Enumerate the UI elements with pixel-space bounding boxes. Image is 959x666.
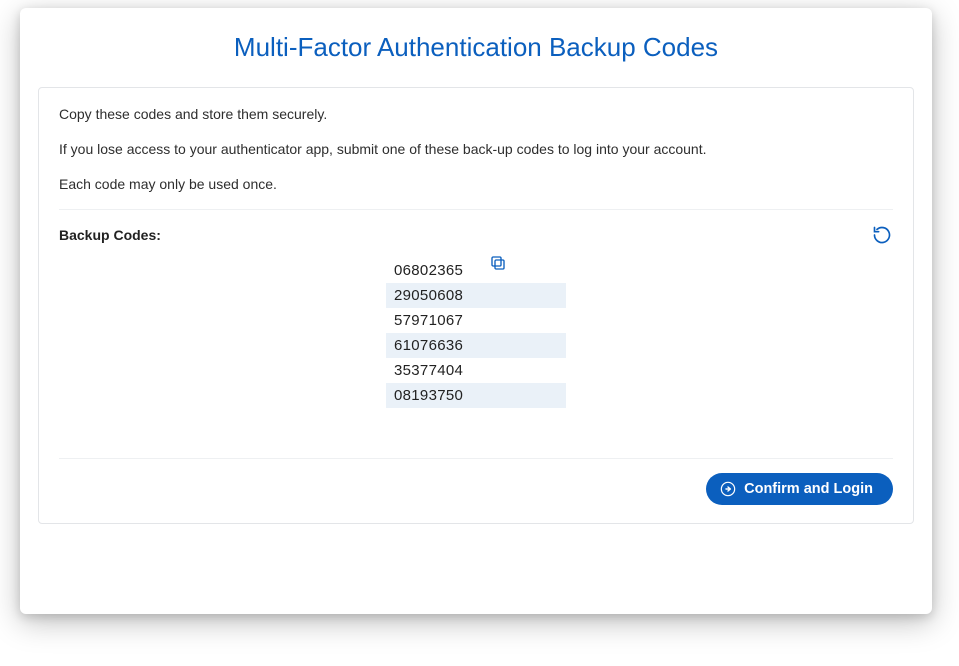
- copy-icon[interactable]: [489, 254, 511, 276]
- backup-codes-list: 06802365 29050608 57971067 61076636 3537…: [386, 258, 566, 408]
- backup-code: 35377404: [386, 358, 566, 383]
- intro-line-2: If you lose access to your authenticator…: [59, 139, 893, 160]
- divider: [59, 209, 893, 210]
- backup-code: 08193750: [386, 383, 566, 408]
- backup-code: 61076636: [386, 333, 566, 358]
- codes-header: Backup Codes:: [59, 224, 893, 246]
- backup-code: 06802365: [386, 258, 566, 283]
- backup-code: 29050608: [386, 283, 566, 308]
- intro-line-1: Copy these codes and store them securely…: [59, 104, 893, 125]
- backup-codes-label: Backup Codes:: [59, 227, 161, 243]
- arrow-right-icon: [720, 481, 736, 497]
- intro-line-3: Each code may only be used once.: [59, 174, 893, 195]
- backup-code: 57971067: [386, 308, 566, 333]
- card-footer: Confirm and Login: [59, 458, 893, 505]
- refresh-icon[interactable]: [871, 224, 893, 246]
- confirm-button-label: Confirm and Login: [744, 481, 873, 497]
- codes-body: 06802365 29050608 57971067 61076636 3537…: [59, 258, 893, 458]
- page-title: Multi-Factor Authentication Backup Codes: [38, 32, 914, 63]
- backup-codes-card: Copy these codes and store them securely…: [38, 87, 914, 524]
- confirm-and-login-button[interactable]: Confirm and Login: [706, 473, 893, 505]
- intro-text-block: Copy these codes and store them securely…: [59, 104, 893, 195]
- page-frame: Multi-Factor Authentication Backup Codes…: [20, 8, 932, 614]
